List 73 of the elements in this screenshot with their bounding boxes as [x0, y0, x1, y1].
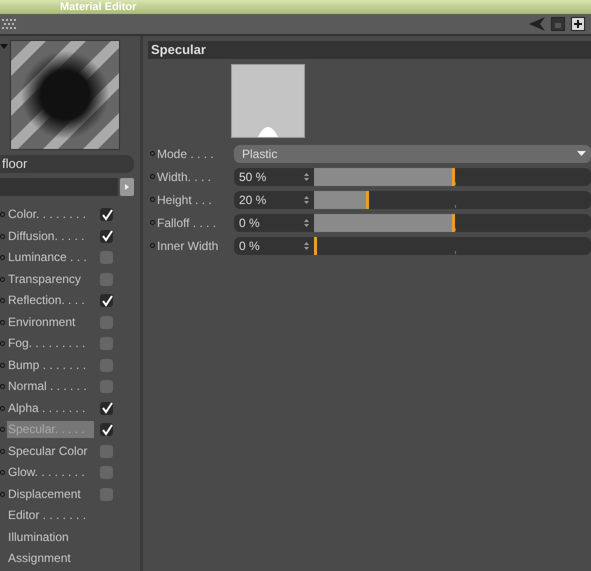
channel-item[interactable]: Luminance . . . — [7, 249, 94, 266]
checkbox[interactable] — [100, 466, 113, 480]
page-item[interactable]: Assignment — [7, 550, 71, 568]
mode-dropdown[interactable]: Plastic — [234, 144, 591, 162]
spinner-arrows-icon[interactable] — [304, 242, 309, 250]
caret-icon[interactable] — [0, 44, 8, 49]
checkbox[interactable] — [100, 251, 113, 264]
checkbox[interactable] — [100, 423, 113, 436]
bullet-icon — [0, 276, 5, 282]
channel-item[interactable]: Specular Color — [7, 442, 94, 460]
channel-item[interactable]: Color. . . . . . . . — [7, 206, 94, 224]
channel-item[interactable]: Alpha . . . . . . . — [7, 400, 94, 417]
bullet-icon — [0, 298, 5, 304]
channel-item[interactable]: Displacement — [7, 486, 94, 503]
mode-label: Mode . . . . — [157, 146, 215, 160]
bullet-icon — [150, 220, 155, 225]
page-item[interactable]: Illumination — [7, 528, 69, 546]
checkbox[interactable] — [100, 337, 113, 350]
spinner-arrows-icon[interactable] — [304, 218, 309, 226]
page-item[interactable]: Editor . . . . . . . — [7, 507, 86, 524]
bullet-icon — [0, 320, 5, 325]
grip-icon[interactable] — [2, 19, 16, 29]
parameter-label: Width. . . . — [157, 170, 212, 184]
number-field[interactable]: 50 % — [234, 168, 314, 186]
bullet-icon — [0, 341, 5, 346]
back-arrow-icon[interactable] — [529, 17, 545, 31]
bullet-icon — [150, 197, 155, 202]
plus-icon[interactable] — [571, 17, 585, 31]
arrow-button[interactable] — [120, 178, 134, 196]
bullet-icon — [0, 470, 5, 476]
channel-item[interactable]: Transparency — [7, 270, 94, 288]
channel-item[interactable]: Glow. . . . . . . . — [7, 464, 94, 482]
bullet-icon — [150, 151, 155, 156]
parameter-label: Falloff . . . . — [157, 216, 218, 230]
checkbox[interactable] — [100, 444, 113, 458]
window-title: Material Editor — [60, 1, 136, 13]
channel-item[interactable]: Fog. . . . . . . . . — [7, 335, 94, 352]
section-header: Specular — [148, 41, 591, 59]
number-field[interactable]: 0 % — [234, 214, 314, 232]
checkbox[interactable] — [100, 402, 113, 415]
bullet-icon — [0, 406, 5, 411]
spinner-arrows-icon[interactable] — [304, 196, 309, 204]
bullet-icon — [0, 362, 5, 368]
number-field[interactable]: 0 % — [234, 236, 314, 254]
channel-item[interactable]: Bump . . . . . . . — [7, 356, 94, 374]
parameter-label: Inner Width — [157, 238, 220, 252]
lock-icon[interactable] — [551, 17, 565, 31]
bullet-icon — [150, 174, 155, 179]
channel-item[interactable]: Environment — [7, 314, 94, 331]
checkbox[interactable] — [100, 230, 113, 243]
dropdown-arrow-icon — [577, 151, 586, 156]
bullet-icon — [0, 448, 5, 454]
checkbox[interactable] — [100, 358, 113, 372]
number-field[interactable]: 20 % — [234, 190, 314, 208]
bullet-icon — [0, 255, 5, 260]
checkbox[interactable] — [100, 294, 113, 308]
name-field[interactable]: floor — [0, 155, 134, 173]
parameter-label: Height . . . — [157, 192, 213, 206]
checkbox[interactable] — [100, 208, 113, 222]
checkbox[interactable] — [100, 316, 113, 329]
spinner-arrows-icon[interactable] — [304, 172, 309, 180]
bullet-icon — [150, 243, 155, 248]
bullet-icon — [0, 427, 5, 432]
checkbox[interactable] — [100, 380, 113, 394]
checkbox[interactable] — [100, 488, 113, 501]
channel-item[interactable]: Diffusion. . . . . — [7, 228, 94, 245]
bullet-icon — [0, 384, 5, 390]
bullet-icon — [0, 234, 5, 239]
checkbox[interactable] — [100, 272, 113, 286]
channel-item[interactable]: Normal . . . . . . — [7, 378, 94, 396]
bullet-icon — [0, 212, 5, 218]
channel-item[interactable]: Reflection. . . . — [7, 292, 94, 310]
bullet-icon — [0, 492, 5, 497]
